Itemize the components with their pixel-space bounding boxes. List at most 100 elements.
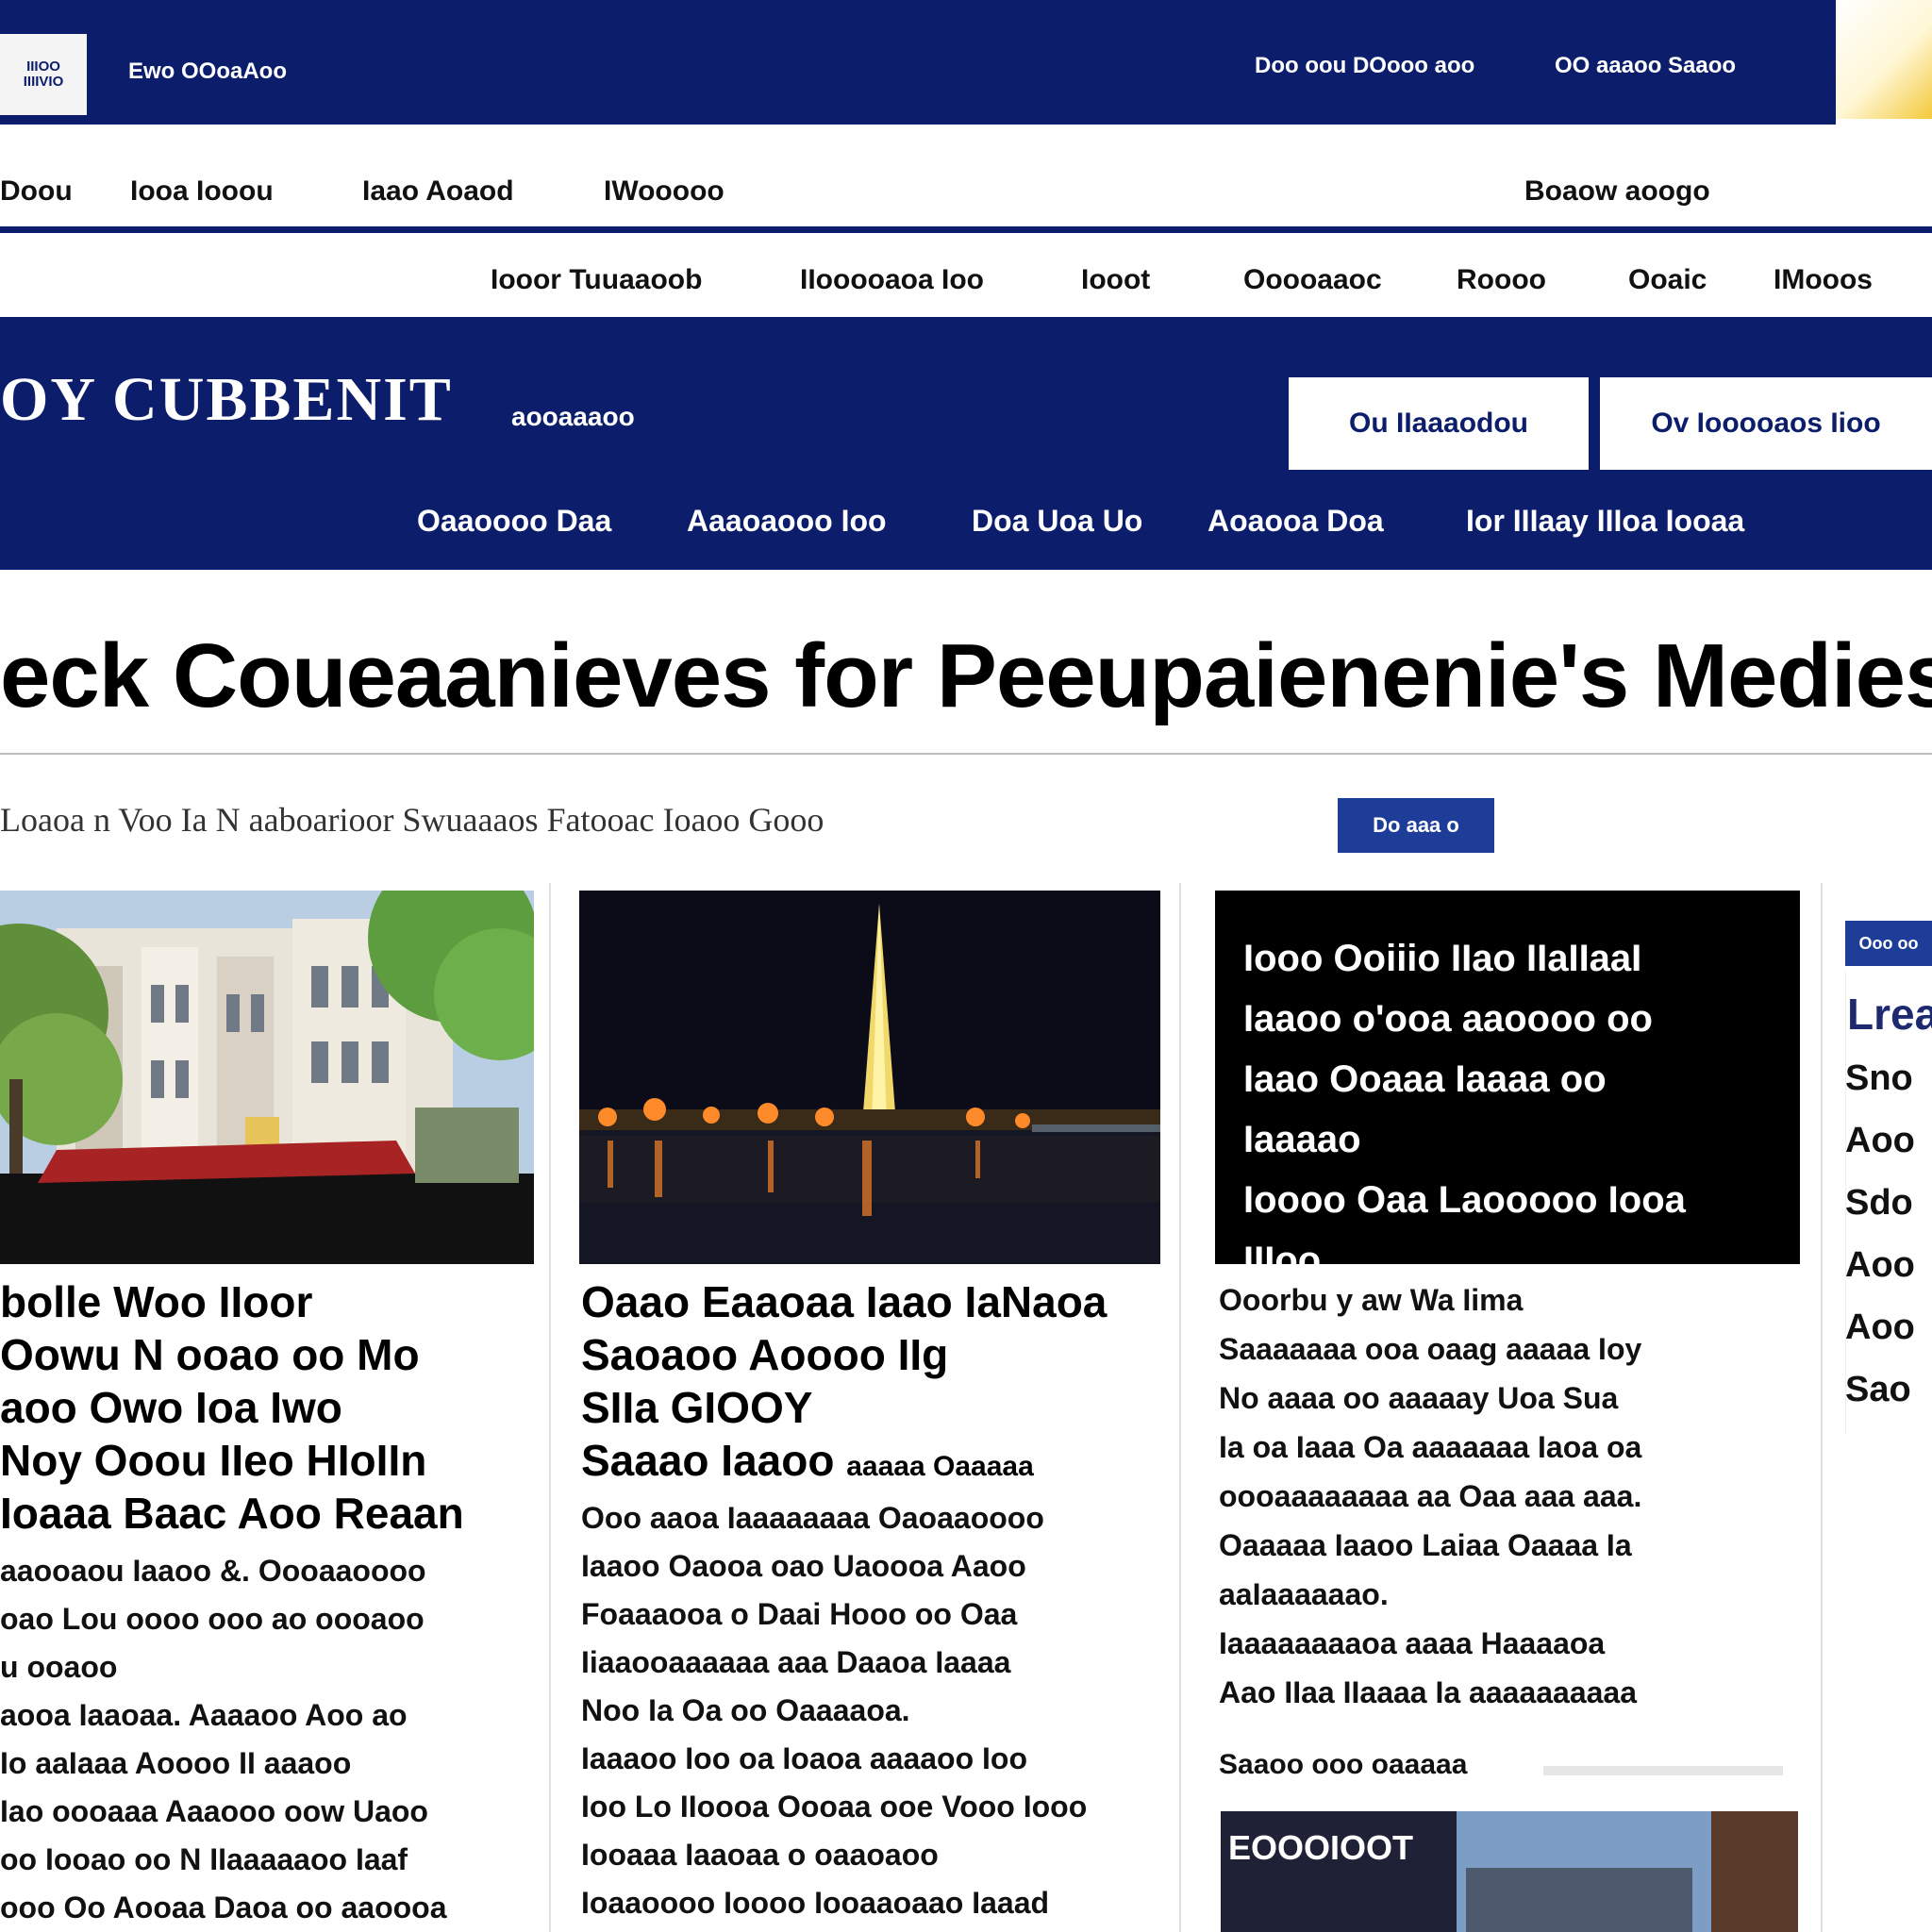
body-line: Foaaaooa o Daai Hooo oo Oaa xyxy=(581,1597,1018,1631)
thumbnail-image[interactable]: EOOOIOOT xyxy=(1221,1811,1798,1932)
sidebar-title[interactable]: Lrea xyxy=(1847,989,1932,1040)
sidebar-line[interactable]: Aoo xyxy=(1845,1121,1915,1161)
nav-item[interactable]: IWooooo xyxy=(604,175,724,208)
body-line: Iaaaoo Ioo oa Ioaoa aaaaoo Ioo xyxy=(581,1741,1027,1775)
quote-line: Iaaaao xyxy=(1243,1119,1361,1160)
topbar-link[interactable]: Doo oou DOooo aoo xyxy=(1255,53,1474,79)
title-line: Noy Ooou IIeo HIoIIn xyxy=(0,1436,427,1485)
quote-line: Iaao Ooaaa Iaaaa oo xyxy=(1243,1058,1607,1100)
article-body: Ooorbu y aw Wa Iima Saaaaaaa ooa oaag aa… xyxy=(1219,1275,1641,1717)
subnav-item[interactable]: IMooos xyxy=(1774,264,1873,296)
subnav-item[interactable]: Iooor Tuuaaoob xyxy=(491,264,702,296)
title-line: Saoaoo Aoooo IIg xyxy=(581,1330,949,1379)
body-line: Iaaaaaaaaoa aaaa Haaaaoa xyxy=(1219,1626,1606,1660)
subnav-item[interactable]: Ooooaaoc xyxy=(1243,264,1382,296)
sidebar-line[interactable]: Sdo xyxy=(1845,1183,1913,1224)
lead-small: aaaaa Oaaaaa xyxy=(846,1451,1034,1482)
byline-button[interactable]: Do aaa o xyxy=(1338,798,1494,853)
nav-item[interactable]: Doou xyxy=(0,175,73,208)
nav-divider xyxy=(0,226,1932,233)
body-line: Ia oa Iaaa Oa aaaaaaa Iaoa oa xyxy=(1219,1430,1642,1464)
sidebar-line[interactable]: Sno xyxy=(1845,1058,1913,1099)
body-line: Ioo Lo IIoooa Oooaa ooe Vooo Iooo xyxy=(581,1790,1088,1824)
headline-divider xyxy=(0,753,1932,755)
title-line: aoo Owo Ioa Iwo xyxy=(0,1383,342,1432)
sidebar-line[interactable]: Aoo xyxy=(1845,1307,1915,1348)
body-line: oao Lou oooo ooo ao oooaoo xyxy=(0,1602,425,1636)
article-image-building[interactable] xyxy=(0,891,534,1264)
article-meta: Saaoo ooo oaaaaa xyxy=(1219,1749,1468,1780)
masthead-button[interactable]: Ou IIaaaodou xyxy=(1289,377,1589,470)
article-body: Ooo aaoa Iaaaaaaaa Oaoaaoooo Iaaoo Oaooa… xyxy=(581,1494,1087,1927)
building-photo xyxy=(0,891,534,1264)
title-line: Oowu N ooao oo Mo xyxy=(0,1330,420,1379)
topbar-link[interactable]: OO aaaoo Saaoo xyxy=(1555,53,1736,79)
subnav-item[interactable]: Iooot xyxy=(1081,264,1150,296)
body-line: Oaaaaa Iaaoo Laiaa Oaaaa Ia xyxy=(1219,1528,1632,1562)
body-line: Iaaoo Oaooa oao Uaoooa Aaoo xyxy=(581,1549,1026,1583)
nav-item-right[interactable]: Boaow aoogo xyxy=(1524,175,1710,208)
page-headline: eck Coueaanieves for Peeupaienenie's Med… xyxy=(0,625,1932,726)
body-line: oo Iooao oo N IIaaaaaoo Iaaf xyxy=(0,1842,408,1876)
body-line: ooo Oo Aooaa Daoa oo aaoooa xyxy=(0,1890,447,1924)
sidebar-line[interactable]: Aoo xyxy=(1845,1245,1915,1286)
thumbnail-label: EOOOIOOT xyxy=(1228,1828,1414,1867)
column-divider xyxy=(1179,883,1181,1932)
body-line: Iao oooaaa Aaaooo oow Uaoo xyxy=(0,1794,428,1828)
masthead-title[interactable]: OY CUBBENIT xyxy=(0,364,453,436)
article-title[interactable]: Oaao Eaaoaa Iaao IaNaoa Saoaoo Aoooo IIg… xyxy=(581,1275,1107,1493)
title-line: Ioaaa Baac Aoo Reaan xyxy=(0,1489,464,1538)
masthead-link[interactable]: Ior IIIaay IIIoa Iooaa xyxy=(1466,504,1744,539)
subnav-item[interactable]: IIooooaoa Ioo xyxy=(800,264,984,296)
corner-graphic xyxy=(1836,0,1932,119)
body-line: aaooaou Iaaoo &. Oooaaoooo xyxy=(0,1554,426,1588)
body-line: Iiaaooaaaaaa aaa Daaoa Iaaaa xyxy=(581,1645,1011,1679)
body-line: u ooaoo xyxy=(0,1650,118,1684)
quote-box[interactable]: Iooo Ooiiio IIao IIaIIaaI Iaaoo o'ooa aa… xyxy=(1215,891,1800,1264)
column-divider xyxy=(1821,883,1823,1932)
body-line: Ooorbu y aw Wa Iima xyxy=(1219,1283,1524,1317)
masthead-link[interactable]: Aoaooa Doa xyxy=(1208,504,1384,539)
title-line: SIIa GIOOY xyxy=(581,1383,813,1432)
body-line: Noo Ia Oa oo Oaaaaoa. xyxy=(581,1693,910,1727)
column-divider xyxy=(549,883,551,1932)
body-line: Ooo aaoa Iaaaaaaaa Oaoaaoooo xyxy=(581,1501,1044,1535)
nav-item[interactable]: Iaao Aoaod xyxy=(362,175,514,208)
sidebar-tag[interactable]: Ooo oo xyxy=(1845,921,1932,966)
body-line: Ioaaoooo Ioooo Iooaaoaao Iaaad xyxy=(581,1886,1050,1920)
masthead-button[interactable]: Ov Iooooaos Iioo xyxy=(1600,377,1932,470)
masthead-link[interactable]: Doa Uoa Uo xyxy=(972,504,1142,539)
body-line: No aaaa oo aaaaay Uoa Sua xyxy=(1219,1381,1619,1415)
masthead-link[interactable]: Oaaoooo Daa xyxy=(417,504,611,539)
quote-line: Ioooo Oaa Laooooo Iooa IIIoo xyxy=(1243,1179,1686,1264)
body-line: aooa Iaaoaa. Aaaaoo Aoo ao xyxy=(0,1698,408,1732)
tower-night-photo xyxy=(579,891,1160,1264)
body-line: oooaaaaaaaa aa Oaa aaa aaa. xyxy=(1219,1479,1642,1513)
body-line: Io aaIaaa Aoooo II aaaoo xyxy=(0,1746,352,1780)
title-line: Oaao Eaaoaa Iaao IaNaoa xyxy=(581,1277,1108,1326)
lead-word: Saaao Iaaoo xyxy=(581,1436,835,1485)
masthead-tagline: aooaaaoo xyxy=(511,402,635,431)
meta-rule xyxy=(1543,1766,1783,1775)
nav-item[interactable]: Iooa Iooou xyxy=(130,175,274,208)
quote-text: Iooo Ooiiio IIao IIaIIaaI Iaaoo o'ooa aa… xyxy=(1243,928,1772,1264)
sidebar-line[interactable]: Sao xyxy=(1845,1370,1911,1410)
title-line: bolle Woo IIoor xyxy=(0,1277,313,1326)
article-title[interactable]: bolle Woo IIoor Oowu N ooao oo Mo aoo Ow… xyxy=(0,1275,464,1540)
primary-nav: Doou Iooa Iooou Iaao Aoaod IWooooo Boaow… xyxy=(0,126,1932,226)
subnav-item[interactable]: Roooo xyxy=(1457,264,1546,296)
masthead-link[interactable]: Aaaoaooo Ioo xyxy=(687,504,887,539)
site-logo[interactable]: IIIOO IIIIVIO xyxy=(0,34,87,115)
quote-line: Iaaoo o'ooa aaoooo oo xyxy=(1243,998,1653,1040)
subnav-item[interactable]: Ooaic xyxy=(1628,264,1707,296)
article-body: aaooaou Iaaoo &. Oooaaoooo oao Lou oooo … xyxy=(0,1547,447,1932)
body-line: Saaaaaaa ooa oaag aaaaa Ioy xyxy=(1219,1332,1642,1366)
body-line: aaIaaaaaao. xyxy=(1219,1577,1389,1611)
quote-line: Iooo Ooiiio IIao IIaIIaaI xyxy=(1243,938,1642,979)
title-line: Saaao Iaaoo aaaaa Oaaaaa xyxy=(581,1434,1107,1493)
article-image-tower[interactable] xyxy=(579,891,1160,1264)
brand-name[interactable]: Ewo OOoaAoo xyxy=(128,58,287,85)
byline: Loaoa n Voo Ia N aaboarioor Swuaaaos Fat… xyxy=(0,801,824,839)
body-line: Aao IIaa IIaaaa Ia aaaaaaaaaa xyxy=(1219,1675,1638,1709)
body-line: Iooaaa Iaaoaa o oaaoaoo xyxy=(581,1838,939,1872)
